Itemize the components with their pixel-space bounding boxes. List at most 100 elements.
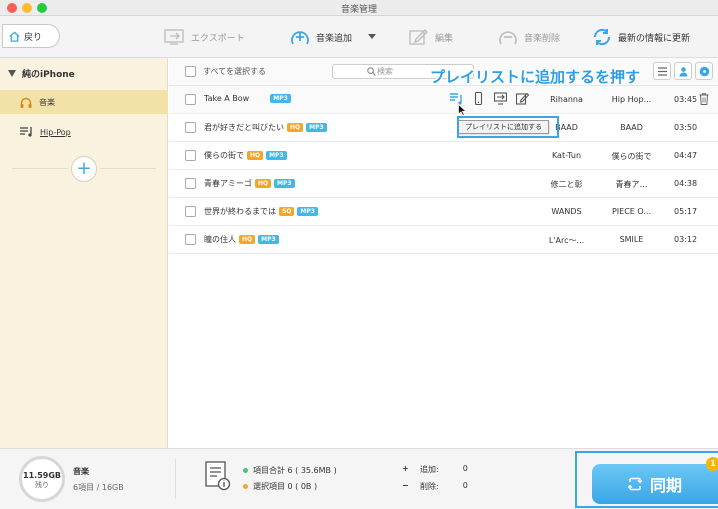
table-row[interactable]: 瞳の住人 HQ MP3 L'Arc～... SMILE 03:12 [169, 226, 718, 254]
sidebar-item-hip-pop[interactable]: Hip-Pop [0, 120, 168, 144]
quality-badge: HQ [287, 123, 304, 132]
refresh-button[interactable]: 最新の情報に更新 [591, 28, 690, 46]
album-cell: 僕らの街で [611, 152, 652, 161]
device-item[interactable]: 純のiPhone [0, 62, 168, 84]
artist-cell: 修二と彰 [550, 180, 583, 189]
phone-icon[interactable] [472, 92, 485, 105]
row-checkbox[interactable] [185, 150, 196, 161]
album-cell: BAAD [620, 123, 643, 132]
album-view-button[interactable] [695, 62, 713, 80]
selected-items-text: 選択項目 0 ( 0B ) [253, 482, 318, 491]
add-playlist-button[interactable]: + [71, 156, 97, 182]
trash-icon[interactable] [699, 93, 709, 105]
song-title-cell: 君が好きだと叫びたい HQ MP3 [204, 122, 327, 133]
table-row[interactable]: 僕らの街で HQ MP3 Kat-Tun 僕らの街で 04:47 [169, 142, 718, 170]
list-view-button[interactable] [653, 62, 671, 80]
duration-cell: 04:38 [674, 179, 698, 188]
song-title: 僕らの街で [204, 151, 244, 160]
format-badge: MP3 [266, 151, 287, 160]
duration-cell: 03:45 [674, 95, 698, 104]
album-cell: PIECE O... [611, 207, 652, 216]
triangle-expand-icon[interactable] [8, 69, 16, 77]
delete-music-button[interactable]: 音楽削除 [497, 28, 560, 46]
format-badge: MP3 [297, 207, 318, 216]
add-music-button[interactable]: 音楽追加 [289, 28, 377, 46]
artist-view-button[interactable] [674, 62, 692, 80]
storage-free: 11.59GB [23, 471, 61, 480]
table-row[interactable]: 君が好きだと叫びたい HQ MP3 BAAD BAAD 03:50 [169, 114, 718, 142]
song-title-cell: Take A Bow MP3 [204, 94, 291, 103]
sidebar-item-music[interactable]: 音楽 [0, 90, 168, 114]
home-icon [9, 31, 20, 42]
artist-cell: WANDS [551, 207, 582, 216]
sync-count-badge: 1 [706, 457, 718, 471]
duration-cell: 03:12 [674, 235, 698, 244]
song-title: 瞳の住人 [204, 235, 236, 244]
quality-badge: SQ [279, 207, 295, 216]
table-row[interactable]: Take A Bow MP3 Rihanna Hip Hop... 03:45 [169, 86, 718, 114]
select-all-checkbox[interactable] [185, 66, 196, 77]
plus-icon: + [76, 158, 92, 179]
headphones-icon [20, 97, 32, 108]
song-title: 青春アミーゴ [204, 179, 252, 188]
export-to-pc-icon[interactable] [494, 92, 507, 105]
back-label: 戻り [24, 32, 43, 43]
divider [175, 459, 176, 499]
plus-icon: + [402, 464, 409, 473]
view-buttons [653, 62, 713, 80]
add-music-icon [291, 31, 309, 45]
add-label: 追加: [420, 465, 439, 474]
window-title: 音楽管理 [340, 5, 377, 15]
minus-icon: − [402, 481, 409, 490]
artist-cell: L'Arc～... [548, 236, 585, 245]
format-badge: MP3 [258, 235, 279, 244]
album-cell: 青春ア… [615, 180, 648, 189]
search-placeholder: 検索 [377, 67, 393, 76]
edit-button[interactable]: 編集 [408, 28, 453, 46]
title-bar: 音楽管理 [0, 0, 718, 16]
song-title-cell: 世界が終わるまでは SQ MP3 [204, 206, 318, 217]
refresh-icon [593, 28, 611, 46]
chevron-down-icon[interactable] [367, 33, 377, 41]
artist-cell: Kat-Tun [551, 151, 582, 160]
export-button[interactable]: エクスポート [164, 28, 245, 46]
row-checkbox[interactable] [185, 94, 196, 105]
table-row[interactable]: 青春アミーゴ HQ MP3 修二と彰 青春ア… 04:38 [169, 170, 718, 198]
sidebar: 純のiPhone 音楽 Hip-Pop + [0, 58, 168, 448]
quality-badge: HQ [254, 179, 271, 188]
sync-button[interactable]: 同期 [592, 464, 718, 504]
document-info-icon [205, 461, 231, 491]
orange-dot-icon [243, 484, 248, 489]
instruction-annotation: プレイリストに追加するを押す [430, 68, 641, 86]
row-checkbox[interactable] [185, 122, 196, 133]
toolbar: 戻り エクスポート 音楽追加 編集 音楽削除 最新の情報に更新 [0, 16, 718, 58]
quality-badge: HQ [239, 235, 256, 244]
artist-cell: Rihanna [550, 95, 583, 104]
back-button[interactable]: 戻り [2, 24, 60, 48]
delete-count: 0 [462, 481, 468, 490]
row-checkbox[interactable] [185, 234, 196, 245]
sync-icon [627, 477, 642, 491]
sync-label: 同期 [649, 476, 682, 495]
refresh-label: 最新の情報に更新 [618, 33, 691, 44]
song-title-cell: 僕らの街で HQ MP3 [204, 150, 287, 161]
disc-icon [699, 66, 709, 76]
table-row[interactable]: 世界が終わるまでは SQ MP3 WANDS PIECE O... 05:17 [169, 198, 718, 226]
delete-count-row: − 削除: 0 [402, 481, 468, 492]
divider [100, 168, 156, 169]
delete-music-icon [499, 31, 517, 45]
row-checkbox[interactable] [185, 178, 196, 189]
music-list-panel: すべてを選択する 検索 Take A Bow MP3 Rihanna Hip H… [169, 58, 718, 448]
edit-icon[interactable] [516, 92, 529, 105]
duration-cell: 03:50 [674, 123, 698, 132]
mouse-cursor-icon [458, 104, 467, 116]
row-checkbox[interactable] [185, 206, 196, 217]
footer-category: 音楽 [73, 467, 89, 476]
person-icon [679, 66, 687, 76]
storage-indicator: 11.59GB 残り [19, 456, 65, 502]
export-label: エクスポート [191, 33, 245, 44]
quality-badge: HQ [247, 151, 264, 160]
total-items-text: 項目合計 6 ( 35.6MB ) [253, 466, 337, 475]
delete-label: 削除: [420, 482, 439, 491]
footer-count-info: 6項目 / 16GB [73, 483, 124, 492]
